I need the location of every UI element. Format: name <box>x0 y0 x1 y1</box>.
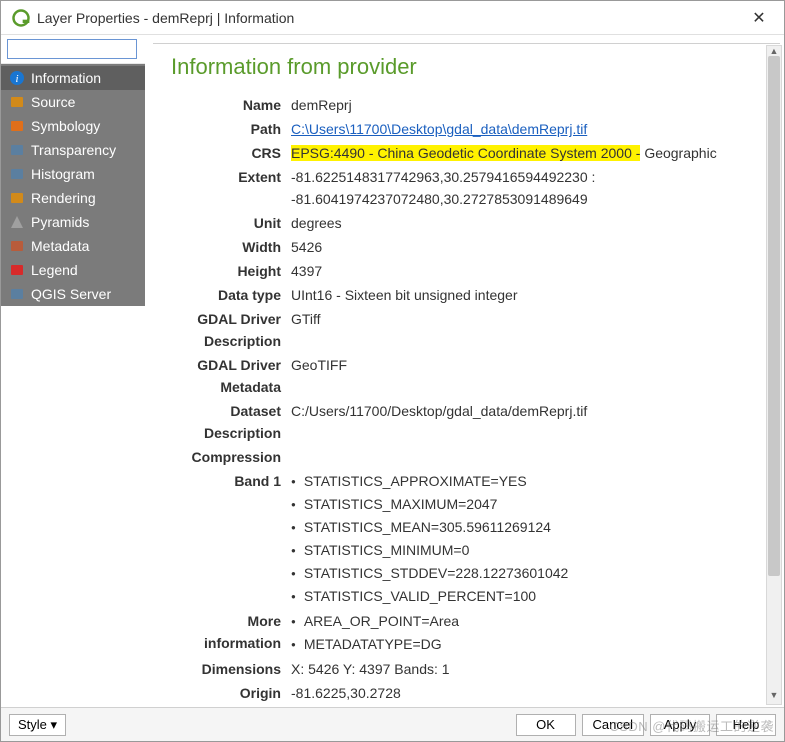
value-gdaldesc: GTiff <box>291 308 768 330</box>
value-crs: EPSG:4490 - China Geodetic Coordinate Sy… <box>291 142 768 164</box>
window-title: Layer Properties - demReprj | Informatio… <box>37 10 744 26</box>
value-origin: -81.6225,30.2728 <box>291 682 768 703</box>
label-path: Path <box>171 118 291 140</box>
rendering-icon <box>9 190 25 206</box>
value-width: 5426 <box>291 236 768 258</box>
sidebar-item-label: Histogram <box>31 166 95 182</box>
sidebar-item-label: Source <box>31 94 75 110</box>
sidebar-item-label: Legend <box>31 262 78 278</box>
label-compression: Compression <box>171 446 291 468</box>
sidebar-item-source[interactable]: Source <box>1 90 145 114</box>
metadata-icon <box>9 238 25 254</box>
label-moreinfo: More information <box>171 610 291 654</box>
qgis-logo-icon <box>11 8 31 28</box>
value-height: 4397 <box>291 260 768 282</box>
band1-stat-item: STATISTICS_STDDEV=228.12273601042 <box>291 562 768 585</box>
label-dataset: Dataset Description <box>171 400 291 444</box>
sidebar-item-label: QGIS Server <box>31 286 111 302</box>
ok-button[interactable]: OK <box>516 714 576 736</box>
value-unit: degrees <box>291 212 768 234</box>
symbology-icon <box>9 118 25 134</box>
value-band1: STATISTICS_APPROXIMATE=YESSTATISTICS_MAX… <box>291 470 768 608</box>
label-gdaldesc: GDAL Driver Description <box>171 308 291 352</box>
label-name: Name <box>171 94 291 116</box>
value-gdalmeta: GeoTIFF <box>291 354 768 376</box>
label-height: Height <box>171 260 291 282</box>
vertical-scrollbar[interactable]: ▲ ▼ <box>766 45 782 705</box>
sidebar-item-label: Metadata <box>31 238 89 254</box>
legend-icon <box>9 262 25 278</box>
crs-highlight: EPSG:4490 - China Geodetic Coordinate Sy… <box>291 145 640 161</box>
value-dataset: C:/Users/11700/Desktop/gdal_data/demRepr… <box>291 400 768 422</box>
server-icon <box>9 286 25 302</box>
label-datatype: Data type <box>171 284 291 306</box>
sidebar-item-transparency[interactable]: Transparency <box>1 138 145 162</box>
main-pane: Information from provider NamedemReprj P… <box>145 35 784 707</box>
crs-rest: Geographic <box>644 145 716 161</box>
value-datatype: UInt16 - Sixteen bit unsigned integer <box>291 284 768 306</box>
style-button[interactable]: Style ▾ <box>9 714 66 736</box>
value-path: C:\Users\11700\Desktop\gdal_data\demRepr… <box>291 118 768 140</box>
label-unit: Unit <box>171 212 291 234</box>
path-link[interactable]: C:\Users\11700\Desktop\gdal_data\demRepr… <box>291 121 587 137</box>
main-heading: Information from provider <box>171 54 768 80</box>
sidebar-item-metadata[interactable]: Metadata <box>1 234 145 258</box>
band1-stat-item: STATISTICS_VALID_PERCENT=100 <box>291 585 768 608</box>
info-icon: i <box>9 70 25 86</box>
sidebar-item-label: Transparency <box>31 142 116 158</box>
scroll-down-icon[interactable]: ▼ <box>767 690 781 704</box>
sidebar-item-legend[interactable]: Legend <box>1 258 145 282</box>
source-icon <box>9 94 25 110</box>
help-button[interactable]: Help <box>716 714 776 736</box>
label-origin: Origin <box>171 682 291 703</box>
band1-stat-item: STATISTICS_MAXIMUM=2047 <box>291 493 768 516</box>
sidebar-item-symbology[interactable]: Symbology <box>1 114 145 138</box>
value-dimensions: X: 5426 Y: 4397 Bands: 1 <box>291 658 768 680</box>
label-band1: Band 1 <box>171 470 291 492</box>
label-extent: Extent <box>171 166 291 188</box>
value-moreinfo: AREA_OR_POINT=AreaMETADATATYPE=DG <box>291 610 768 656</box>
moreinfo-item: AREA_OR_POINT=Area <box>291 610 768 633</box>
sidebar-item-label: Rendering <box>31 190 96 206</box>
footer-bar: Style ▾ OK Cancel Apply Help <box>1 707 784 741</box>
label-width: Width <box>171 236 291 258</box>
moreinfo-item: METADATATYPE=DG <box>291 633 768 656</box>
sidebar-item-information[interactable]: i Information <box>1 66 145 90</box>
cancel-button[interactable]: Cancel <box>582 714 644 736</box>
label-crs: CRS <box>171 142 291 164</box>
search-row <box>1 35 145 64</box>
label-gdalmeta: GDAL Driver Metadata <box>171 354 291 398</box>
svg-text:i: i <box>15 73 18 85</box>
label-dimensions: Dimensions <box>171 658 291 680</box>
sidebar-item-qgis-server[interactable]: QGIS Server <box>1 282 145 306</box>
close-button[interactable]: ✕ <box>744 8 774 28</box>
band1-stat-item: STATISTICS_MINIMUM=0 <box>291 539 768 562</box>
sidebar-item-pyramids[interactable]: Pyramids <box>1 210 145 234</box>
scroll-thumb[interactable] <box>768 56 780 576</box>
sidebar-item-label: Information <box>31 70 101 86</box>
value-name: demReprj <box>291 94 768 116</box>
sidebar-item-label: Pyramids <box>31 214 89 230</box>
sidebar-item-rendering[interactable]: Rendering <box>1 186 145 210</box>
apply-button[interactable]: Apply <box>650 714 710 736</box>
sidebar: i Information Source Symbology Transparency H… <box>1 64 145 306</box>
band1-stat-item: STATISTICS_APPROXIMATE=YES <box>291 470 768 493</box>
sidebar-item-label: Symbology <box>31 118 100 134</box>
band1-stat-item: STATISTICS_MEAN=305.59611269124 <box>291 516 768 539</box>
pyramids-icon <box>9 214 25 230</box>
sidebar-item-histogram[interactable]: Histogram <box>1 162 145 186</box>
titlebar: Layer Properties - demReprj | Informatio… <box>1 1 784 35</box>
transparency-icon <box>9 142 25 158</box>
histogram-icon <box>9 166 25 182</box>
value-extent: -81.6225148317742963,30.2579416594492230… <box>291 166 768 210</box>
search-input[interactable] <box>7 39 137 59</box>
